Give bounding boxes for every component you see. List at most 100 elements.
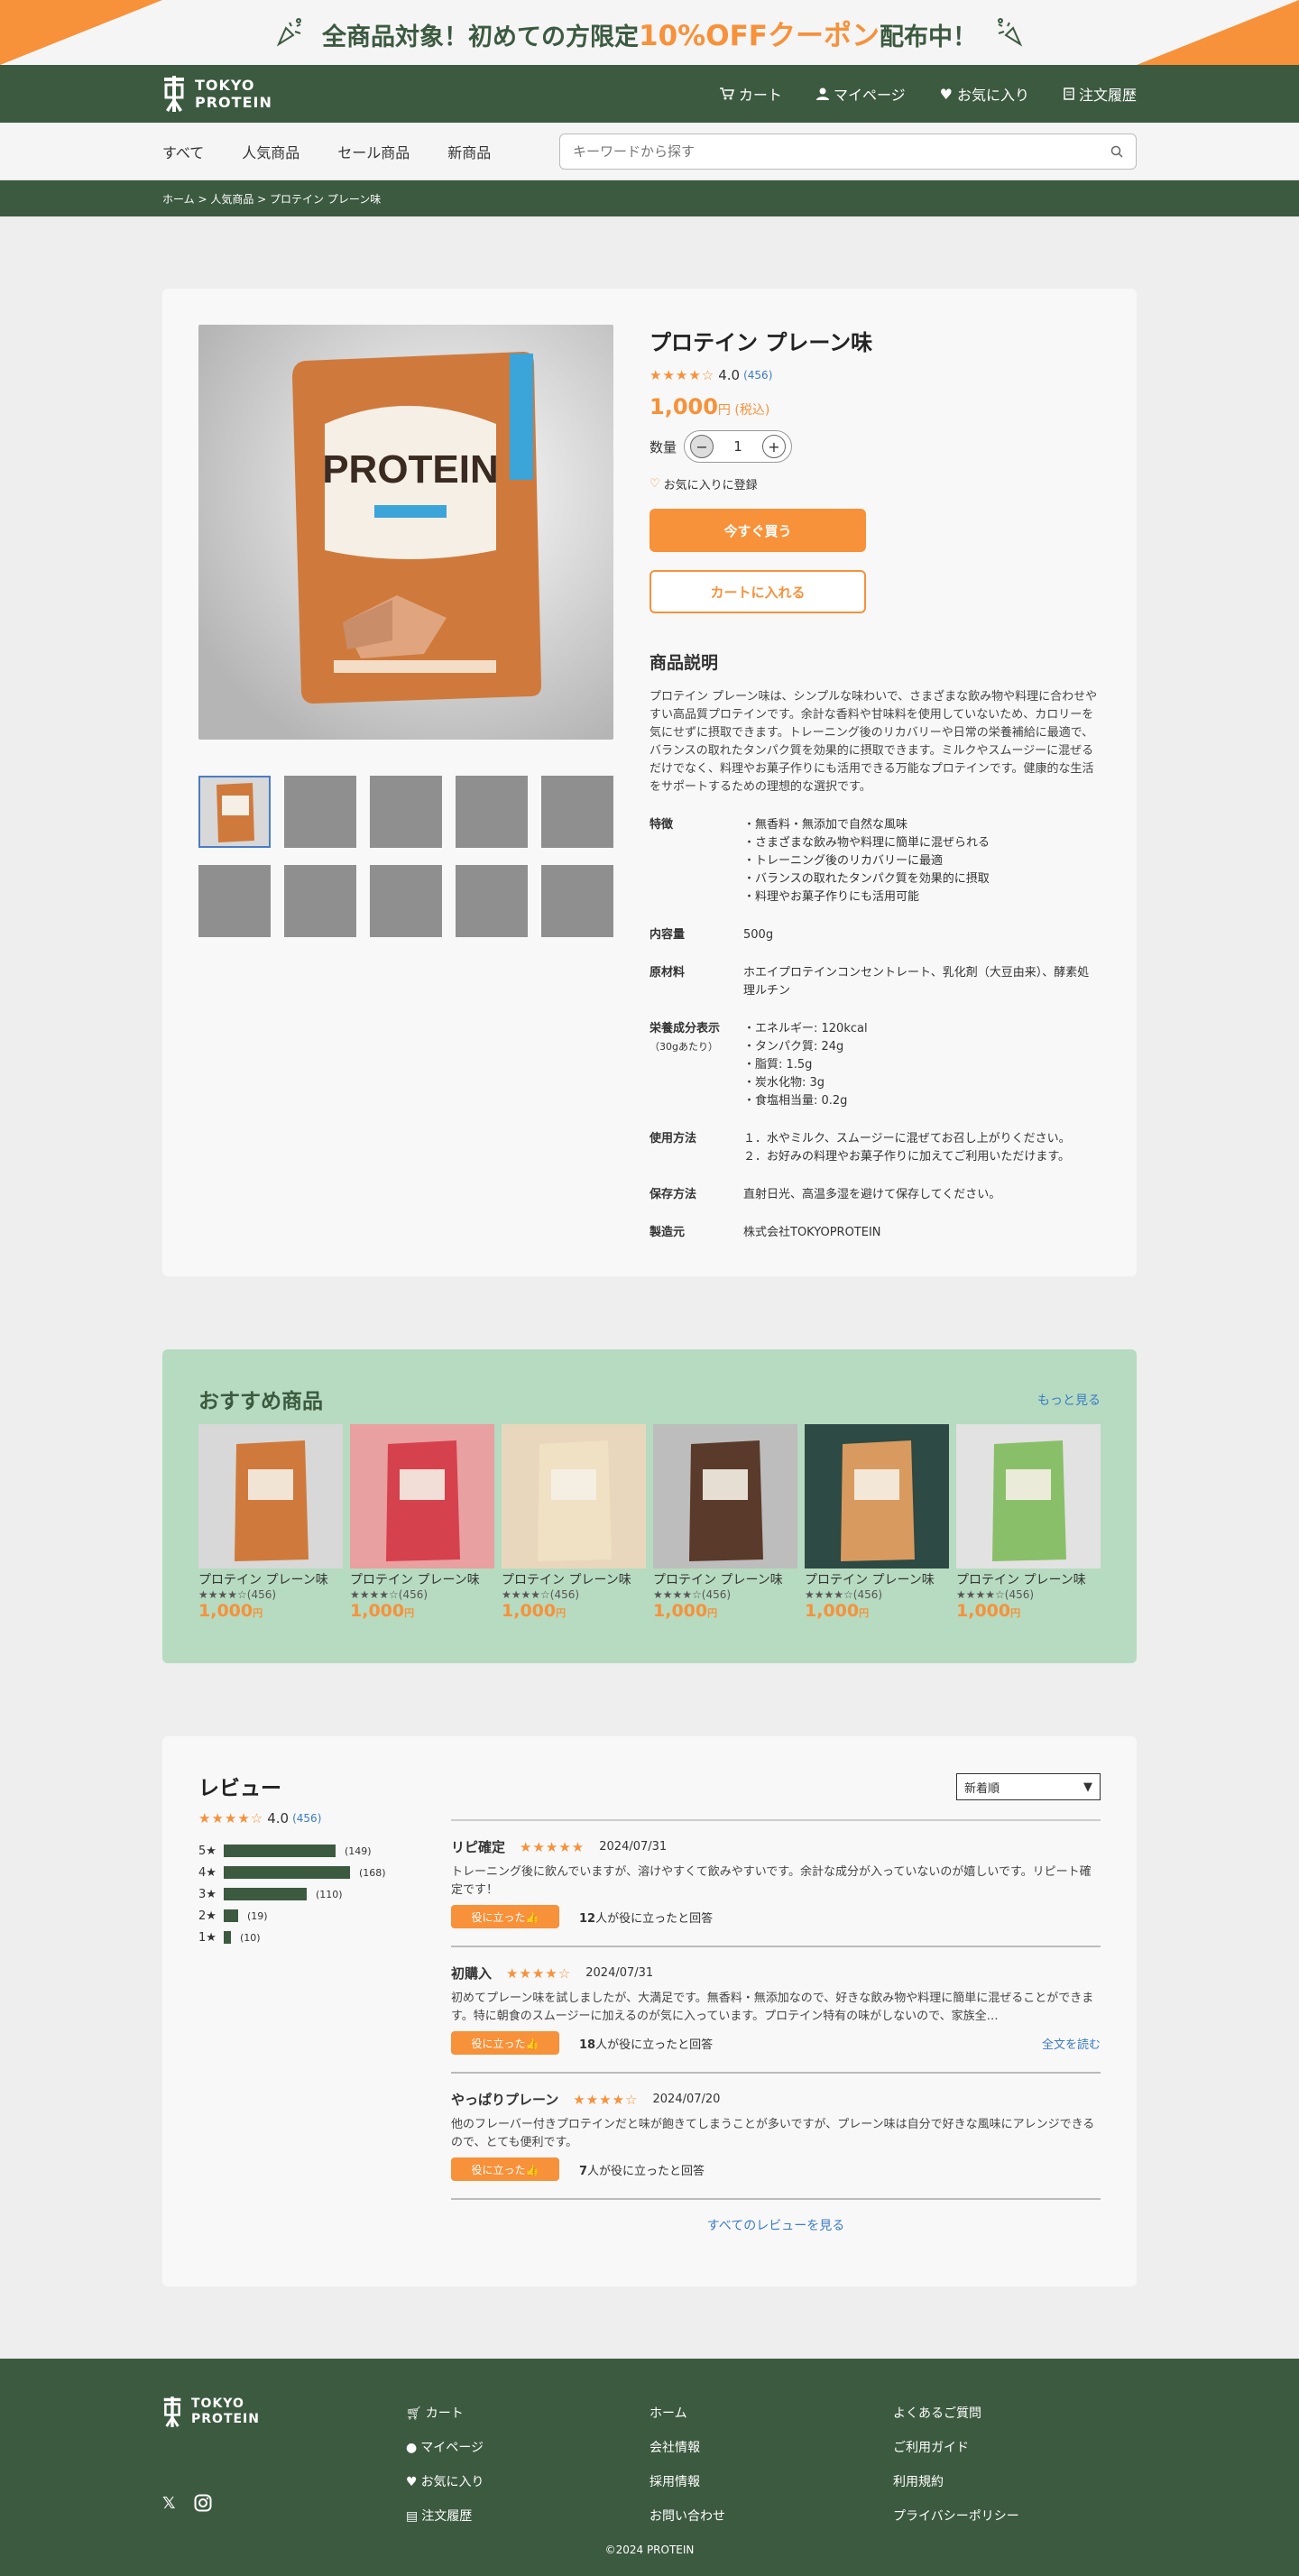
add-favorite-link[interactable]: ♡ お気に入りに登録 — [650, 475, 1101, 492]
sort-select[interactable]: 新着順 ▼ — [956, 1773, 1101, 1800]
all-reviews-link[interactable]: すべてのレビューを見る — [451, 2216, 1101, 2234]
recommend-item-image[interactable] — [805, 1424, 949, 1569]
thumbnail[interactable] — [198, 865, 271, 937]
thumbnail[interactable] — [284, 776, 356, 848]
category-all[interactable]: すべて — [162, 141, 204, 162]
recommend-item-name[interactable]: プロテイン プレーン味 — [653, 1570, 797, 1588]
promo-banner[interactable]: 全商品対象！初めての方限定10%OFFクーポン配布中！ — [0, 0, 1299, 65]
thumbnail[interactable] — [284, 865, 356, 937]
thumbnail[interactable] — [456, 776, 528, 848]
rating-bar-fill — [224, 1888, 307, 1900]
quantity-value[interactable]: 1 — [733, 438, 742, 455]
buy-now-button[interactable]: 今すぐ買う — [650, 509, 866, 552]
thumbnail[interactable] — [456, 865, 528, 937]
footer-link-faq[interactable]: よくあるご質問 — [893, 2397, 1019, 2431]
rating-bar-count: (168) — [359, 1866, 386, 1879]
rating-bar-row[interactable]: 4★ (168) — [198, 1862, 386, 1883]
recommend-item-name[interactable]: プロテイン プレーン味 — [502, 1570, 646, 1588]
quantity-increase-button[interactable]: + — [762, 435, 786, 458]
social-links: 𝕏 — [162, 2494, 212, 2513]
instagram-icon[interactable] — [194, 2494, 212, 2512]
recommend-item-price: 1,000円 — [502, 1601, 567, 1621]
recommend-item-name[interactable]: プロテイン プレーン味 — [350, 1570, 494, 1588]
nav-order-history[interactable]: 注文履歴 — [1064, 83, 1137, 105]
recommend-item[interactable]: プロテイン プレーン味 ★★★★☆(456) 1,000円 — [653, 1424, 797, 1621]
breadcrumb[interactable]: ホーム > 人気商品 > プロテイン プレーン味 — [0, 180, 1299, 216]
recommend-item-image[interactable] — [653, 1424, 797, 1569]
nav-mypage[interactable]: マイページ — [815, 83, 906, 105]
spec-row: 内容量 500g — [650, 926, 1101, 944]
footer-link-favorites[interactable]: ♥ お気に入り — [406, 2465, 484, 2499]
helpful-button[interactable]: 役に立った👍 — [451, 1905, 559, 1928]
recommend-item-image[interactable] — [956, 1424, 1101, 1569]
spec-row: 特徴 ・無香料・無添加で自然な風味 ・さまざまな飲み物や料理に簡単に混ぜられる ・トレ… — [650, 816, 1101, 906]
product-price: 1,000円 (税込) — [650, 394, 770, 419]
footer-logo[interactable]: TOKYO PROTEIN — [162, 2397, 260, 2427]
category-new[interactable]: 新商品 — [447, 141, 491, 162]
heart-icon: ♥ — [406, 2475, 418, 2489]
spec-value: 株式会社TOKYOPROTEIN — [743, 1226, 881, 1239]
rating-bar-row[interactable]: 1★ (10) — [198, 1927, 386, 1948]
recommend-item-rating: ★★★★☆(456) — [502, 1588, 580, 1601]
search-icon[interactable] — [1110, 145, 1123, 158]
footer-link-company[interactable]: 会社情報 — [650, 2431, 725, 2465]
category-sale[interactable]: セール商品 — [337, 141, 410, 162]
recommend-item-image[interactable] — [502, 1424, 646, 1569]
footer-link-guide[interactable]: ご利用ガイド — [893, 2431, 1019, 2465]
thumbnail[interactable] — [370, 776, 442, 848]
review-stars: ★★★★☆ — [506, 1964, 572, 1982]
quantity-stepper: − 1 + — [684, 430, 793, 463]
rating-bar-fill — [224, 1931, 231, 1944]
recommend-item-image[interactable] — [198, 1424, 343, 1569]
footer-link-home[interactable]: ホーム — [650, 2397, 725, 2431]
search-input[interactable] — [573, 143, 1078, 160]
footer-link-orders[interactable]: ▤ 注文履歴 — [406, 2499, 484, 2534]
helpful-button[interactable]: 役に立った👍 — [451, 2157, 559, 2181]
category-popular[interactable]: 人気商品 — [242, 141, 299, 162]
recommend-item[interactable]: プロテイン プレーン味 ★★★★☆(456) 1,000円 — [502, 1424, 646, 1621]
add-to-cart-button[interactable]: カートに入れる — [650, 570, 866, 613]
review-body: トレーニング後に飲んでいますが、溶けやすくて飲みやすいです。余計な成分が入ってい… — [451, 1865, 1092, 1897]
nav-cart[interactable]: カート — [719, 83, 782, 105]
spec-value: ホエイプロテインコンセントレート、乳化剤（大豆由来）、酵素処理ルチン — [743, 966, 1090, 998]
recommend-section: おすすめ商品 もっと見る プロテイン プレーン味 ★★★★☆(456) 1,000円… — [162, 1349, 1137, 1663]
recommend-item-name[interactable]: プロテイン プレーン味 — [198, 1570, 343, 1588]
x-icon[interactable]: 𝕏 — [162, 2494, 176, 2513]
site-logo[interactable]: TOKYO PROTEIN — [162, 76, 272, 112]
footer-link-mypage[interactable]: ● マイページ — [406, 2431, 484, 2465]
spec-key: 製造元 — [650, 1226, 686, 1239]
rating-bar-row[interactable]: 3★ (110) — [198, 1883, 386, 1905]
recommend-item-name[interactable]: プロテイン プレーン味 — [805, 1570, 949, 1588]
footer-link-terms[interactable]: 利用規約 — [893, 2465, 1019, 2499]
footer-link-privacy[interactable]: プライバシーポリシー — [893, 2499, 1019, 2534]
footer-link-recruit[interactable]: 採用情報 — [650, 2465, 725, 2499]
thumbnail[interactable] — [370, 865, 442, 937]
footer-link-contact[interactable]: お問い合わせ — [650, 2499, 725, 2534]
recommend-item[interactable]: プロテイン プレーン味 ★★★★☆(456) 1,000円 — [956, 1424, 1101, 1621]
recommend-item[interactable]: プロテイン プレーン味 ★★★★☆(456) 1,000円 — [198, 1424, 343, 1621]
footer-col-company: ホーム 会社情報 採用情報 お問い合わせ — [650, 2397, 725, 2534]
recommend-item[interactable]: プロテイン プレーン味 ★★★★☆(456) 1,000円 — [350, 1424, 494, 1621]
helpful-button[interactable]: 役に立った👍 — [451, 2031, 559, 2055]
rating-count[interactable]: (456) — [743, 369, 772, 382]
quantity-decrease-button[interactable]: − — [690, 435, 714, 458]
rating-bar-row[interactable]: 2★ (19) — [198, 1905, 386, 1927]
spec-table: 特徴 ・無香料・無添加で自然な風味 ・さまざまな飲み物や料理に簡単に混ぜられる ・トレ… — [650, 816, 1101, 1242]
thumbnail[interactable] — [541, 865, 613, 937]
rating-bar-row[interactable]: 5★ (149) — [198, 1840, 386, 1862]
thumbnail[interactable] — [541, 776, 613, 848]
recommend-title: おすすめ商品 — [198, 1390, 323, 1413]
nav-favorites[interactable]: ♥ お気に入り — [940, 83, 1029, 105]
rating-bar-label: 1★ — [198, 1930, 216, 1945]
recommend-item-name[interactable]: プロテイン プレーン味 — [956, 1570, 1101, 1588]
helpful-count: 18人が役に立ったと回答 — [579, 2038, 714, 2052]
recommend-item-image[interactable] — [350, 1424, 494, 1569]
read-full-link[interactable]: 全文を読む — [1042, 2035, 1101, 2052]
see-more-link[interactable]: もっと見る — [1037, 1391, 1101, 1409]
recommend-item[interactable]: プロテイン プレーン味 ★★★★☆(456) 1,000円 — [805, 1424, 949, 1621]
thumbnail-selected[interactable] — [198, 776, 271, 848]
footer-link-cart[interactable]: 🛒︎ カート — [406, 2397, 484, 2431]
spec-value: ・無香料・無添加で自然な風味 ・さまざまな飲み物や料理に簡単に混ぜられる ・トレーニ… — [743, 818, 990, 904]
receipt-icon: ▤ — [406, 2509, 419, 2524]
rating-bar-fill — [224, 1909, 238, 1922]
